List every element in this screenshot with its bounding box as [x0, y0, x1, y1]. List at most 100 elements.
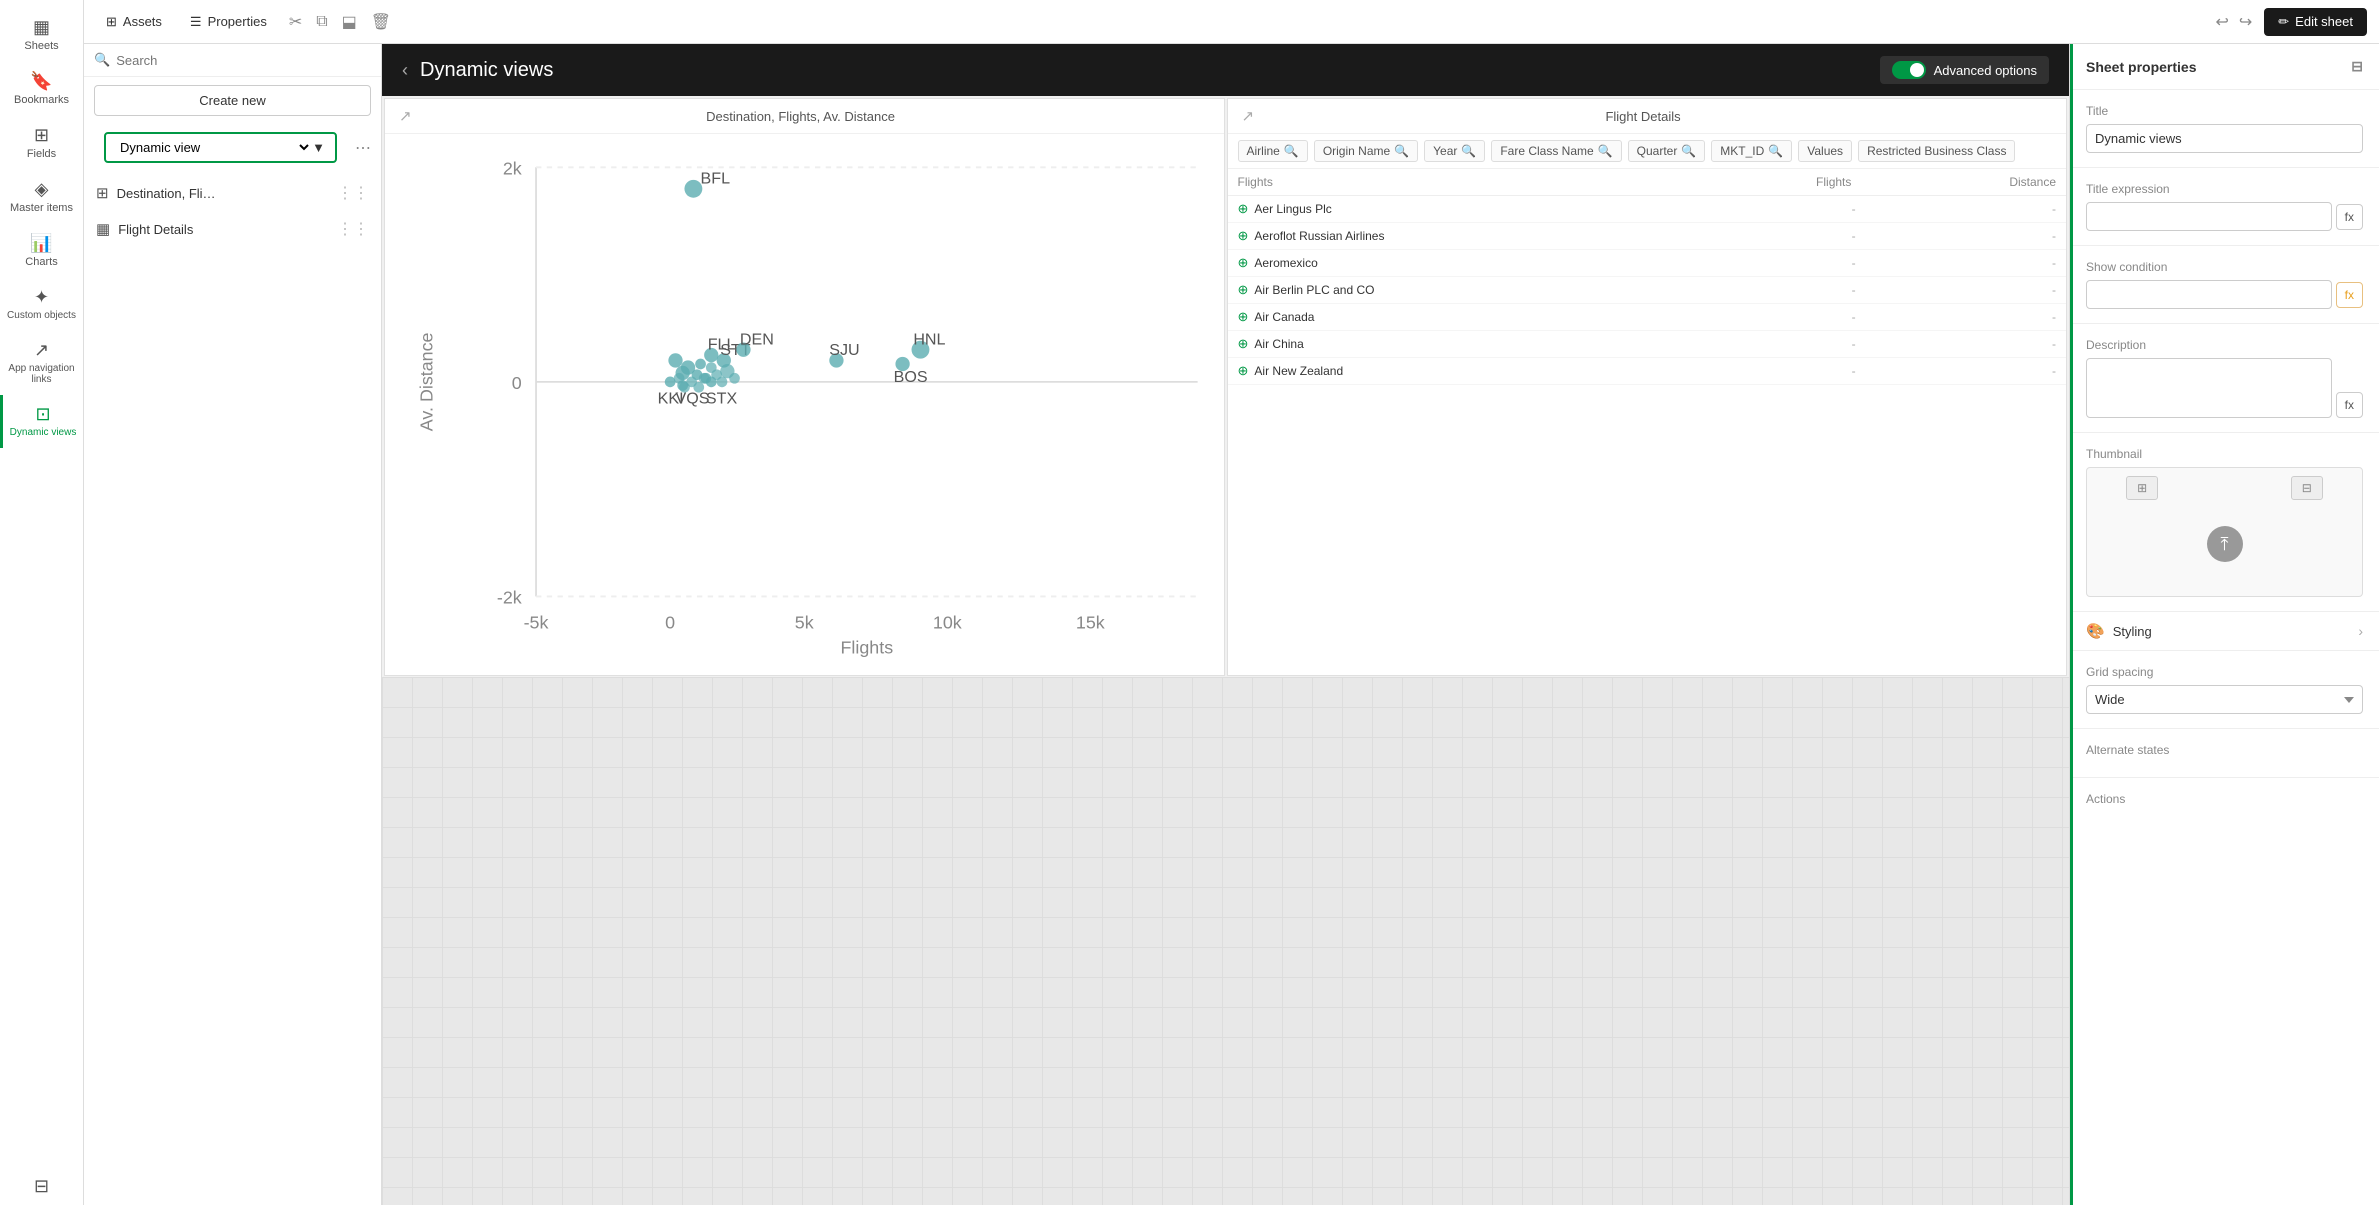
- create-new-button[interactable]: Create new: [94, 85, 371, 116]
- show-condition-input[interactable]: [2086, 280, 2332, 309]
- title-expression-input[interactable]: [2086, 202, 2332, 231]
- copy-icon[interactable]: ⧉: [312, 9, 331, 35]
- filter-chip-values[interactable]: Values: [1798, 140, 1852, 162]
- row-expand-icon[interactable]: ⊕: [1238, 228, 1249, 244]
- title-input[interactable]: [2086, 124, 2363, 153]
- styling-row[interactable]: 🎨 Styling ›: [2070, 612, 2379, 651]
- thumbnail-area[interactable]: ⊞ ⊟ ⤒: [2086, 467, 2363, 597]
- thumbnail-layout-2-icon[interactable]: ⊟: [2291, 476, 2323, 500]
- properties-tab[interactable]: ☰ Properties: [180, 10, 277, 34]
- toggle-switch[interactable]: [1892, 61, 1926, 79]
- advanced-options-toggle[interactable]: Advanced options: [1880, 56, 2049, 84]
- table-row[interactable]: ⊕ Aeromexico - -: [1228, 250, 2067, 277]
- dynamic-view-select[interactable]: Dynamic view: [116, 139, 312, 156]
- sidebar-item-label: Dynamic views: [10, 427, 77, 438]
- show-condition-fx-button[interactable]: fx: [2336, 282, 2363, 308]
- description-textarea[interactable]: [2086, 358, 2332, 418]
- filter-search-icon[interactable]: 🔍: [1461, 144, 1476, 158]
- title-expression-section: Title expression fx: [2070, 168, 2379, 246]
- filter-search-icon[interactable]: 🔍: [1394, 144, 1409, 158]
- search-input[interactable]: [116, 53, 371, 68]
- filter-search-icon[interactable]: 🔍: [1768, 144, 1783, 158]
- table-export-icon[interactable]: ↗: [1242, 107, 1255, 125]
- toolbar-icons: ✂ ⧉ ⬓ 🗑: [285, 8, 395, 36]
- paste-icon[interactable]: ⬓: [338, 8, 361, 36]
- svg-text:Flights: Flights: [841, 638, 894, 658]
- search-icon: 🔍: [94, 52, 110, 68]
- svg-text:HNL: HNL: [913, 330, 945, 348]
- sidebar-item-sheets[interactable]: ▦ Sheets: [0, 8, 83, 62]
- delete-icon[interactable]: 🗑: [367, 8, 395, 36]
- filter-chip-restricted[interactable]: Restricted Business Class: [1858, 140, 2015, 162]
- sidebar-item-dynamic-views[interactable]: ⊡ Dynamic views: [0, 395, 83, 448]
- table-row[interactable]: ⊕ Air New Zealand - -: [1228, 358, 2067, 385]
- assets-tab[interactable]: ⊞ Assets: [96, 10, 172, 34]
- flight-details-title: Flight Details: [1605, 109, 1680, 124]
- drag-handle-icon[interactable]: ⋮⋮: [337, 183, 369, 203]
- filter-chip-label: Year: [1433, 144, 1457, 158]
- title-label: Title: [2086, 104, 2363, 118]
- assets-panel: 🔍 Create new Dynamic view ▼ ⋯ ⊞ Destinat…: [84, 44, 382, 1205]
- svg-text:Av. Distance: Av. Distance: [416, 332, 436, 431]
- table-column-headers: Flights Flights Distance: [1228, 169, 2067, 196]
- thumbnail-upload-button[interactable]: ⤒: [2207, 526, 2243, 562]
- filter-search-icon[interactable]: 🔍: [1284, 144, 1299, 158]
- filter-search-icon[interactable]: 🔍: [1681, 144, 1696, 158]
- filter-chip-quarter[interactable]: Quarter 🔍: [1628, 140, 1706, 162]
- actions-label: Actions: [2086, 792, 2363, 806]
- undo-icon[interactable]: ↩: [2211, 8, 2232, 36]
- description-fx-button[interactable]: fx: [2336, 392, 2363, 418]
- dynamic-view-dropdown[interactable]: Dynamic view ▼: [104, 132, 337, 163]
- left-sidebar: ▦ Sheets 🔖 Bookmarks ⊞ Fields ◈ Master i…: [0, 0, 84, 1205]
- scatter-chart-panel: ↗ Destination, Flights, Av. Distance: [384, 98, 1225, 676]
- list-item[interactable]: ⊞ Destination, Fli… ⋮⋮: [84, 175, 381, 211]
- cut-icon[interactable]: ✂: [285, 8, 306, 36]
- filter-chip-label: Restricted Business Class: [1867, 144, 2006, 158]
- sidebar-item-label: Custom objects: [7, 310, 76, 321]
- edit-sheet-button[interactable]: ✏ Edit sheet: [2264, 8, 2367, 36]
- table-row[interactable]: ⊕ Air China - -: [1228, 331, 2067, 358]
- table-row[interactable]: ⊕ Air Berlin PLC and CO - -: [1228, 277, 2067, 304]
- alternate-states-label: Alternate states: [2086, 743, 2363, 757]
- back-chevron-icon[interactable]: ‹: [402, 60, 408, 81]
- row-expand-icon[interactable]: ⊕: [1238, 282, 1249, 298]
- filter-chip-year[interactable]: Year 🔍: [1424, 140, 1485, 162]
- filter-chip-airline[interactable]: Airline 🔍: [1238, 140, 1308, 162]
- sidebar-item-bookmarks[interactable]: 🔖 Bookmarks: [0, 62, 83, 116]
- row-expand-icon[interactable]: ⊕: [1238, 201, 1249, 217]
- sidebar-item-app-navigation[interactable]: ↗ App navigation links: [0, 331, 83, 395]
- table-content: ⊕ Aer Lingus Plc - - ⊕ Aeroflot Russian …: [1228, 196, 2067, 385]
- row-expand-icon[interactable]: ⊕: [1238, 309, 1249, 325]
- more-options-icon[interactable]: ⋯: [355, 138, 371, 158]
- row-expand-icon[interactable]: ⊕: [1238, 255, 1249, 271]
- drag-handle-icon[interactable]: ⋮⋮: [337, 219, 369, 239]
- scatter-chart-icon: ⊞: [96, 184, 109, 202]
- scatter-export-icon[interactable]: ↗: [399, 107, 412, 125]
- row-expand-icon[interactable]: ⊕: [1238, 363, 1249, 379]
- table-row[interactable]: ⊕ Air Canada - -: [1228, 304, 2067, 331]
- filter-chip-label: Airline: [1247, 144, 1280, 158]
- thumbnail-layout-1-icon[interactable]: ⊞: [2126, 476, 2158, 500]
- scatter-plot-svg: 2k 0 -2k Av. Distance -5k 0 5k 10k 15k F…: [393, 142, 1216, 658]
- undo-redo: ↩ ↪: [2211, 8, 2256, 36]
- filter-chip-mkt-id[interactable]: MKT_ID 🔍: [1711, 140, 1792, 162]
- sidebar-item-custom-objects[interactable]: ✦ Custom objects: [0, 278, 83, 331]
- redo-icon[interactable]: ↪: [2235, 8, 2256, 36]
- filter-search-icon[interactable]: 🔍: [1598, 144, 1613, 158]
- filter-chip-fare-class[interactable]: Fare Class Name 🔍: [1491, 140, 1621, 162]
- sidebar-item-bottom[interactable]: ⊟: [0, 1167, 83, 1205]
- filter-chip-label: Origin Name: [1323, 144, 1390, 158]
- sidebar-item-fields[interactable]: ⊞ Fields: [0, 116, 83, 170]
- upload-icon: ⤒: [2221, 534, 2229, 555]
- grid-spacing-select[interactable]: Narrow Medium Wide: [2086, 685, 2363, 714]
- col-header-flights-count: Flights: [1647, 169, 1852, 195]
- title-expression-fx-button[interactable]: fx: [2336, 204, 2363, 230]
- sidebar-item-charts[interactable]: 📊 Charts: [0, 224, 83, 278]
- table-row[interactable]: ⊕ Aeroflot Russian Airlines - -: [1228, 223, 2067, 250]
- svg-text:DEN: DEN: [740, 330, 774, 348]
- list-item[interactable]: ▦ Flight Details ⋮⋮: [84, 211, 381, 247]
- sidebar-item-master-items[interactable]: ◈ Master items: [0, 170, 83, 224]
- table-row[interactable]: ⊕ Aer Lingus Plc - -: [1228, 196, 2067, 223]
- row-expand-icon[interactable]: ⊕: [1238, 336, 1249, 352]
- filter-chip-origin[interactable]: Origin Name 🔍: [1314, 140, 1418, 162]
